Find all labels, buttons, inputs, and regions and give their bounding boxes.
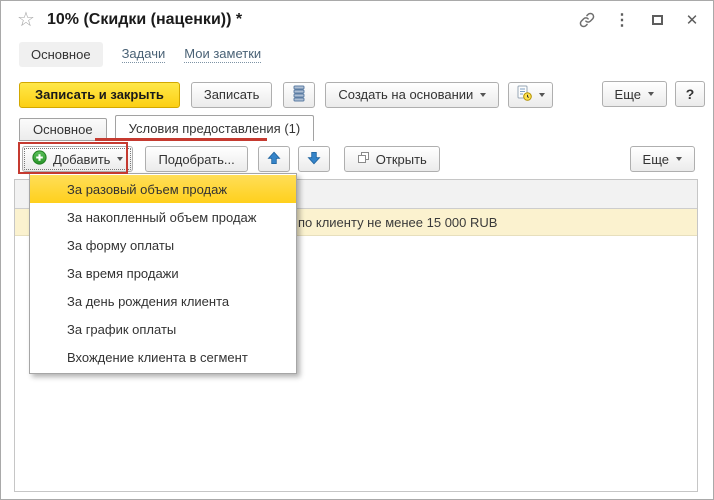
link-icon[interactable] [578,11,596,29]
more-button-top[interactable]: Еще [602,81,667,107]
app-window: ☆ 10% (Скидки (наценки)) * ⋮ ✕ Основное … [0,0,714,500]
chevron-down-icon [648,92,654,96]
kebab-menu-icon[interactable]: ⋮ [613,11,631,29]
menu-item-den-rozhdeniya[interactable]: За день рождения клиента [30,287,296,315]
nav-bar: Основное Задачи Мои заметки [19,42,261,66]
more-label: Еще [615,87,641,102]
chevron-down-icon [676,157,682,161]
create-based-on-label: Создать на основании [338,87,473,102]
list-toolbar: Добавить Подобрать... [22,146,440,172]
save-and-close-button[interactable]: Записать и закрыть [19,82,180,108]
open-button[interactable]: Открыть [344,146,440,172]
menu-item-nakoplennyj-obem[interactable]: За накопленный объем продаж [30,203,296,231]
arrow-up-icon [266,150,282,169]
plus-icon [32,150,53,168]
menu-item-vremya-prodazhi[interactable]: За время продажи [30,259,296,287]
document-clock-icon [516,85,532,104]
menu-item-vhozhdenie-v-segment[interactable]: Вхождение клиента в сегмент [30,343,296,371]
save-button[interactable]: Записать [191,82,273,108]
tab-usloviya-predostavleniya[interactable]: Условия предоставления (1) [115,115,315,141]
menu-item-forma-oplaty[interactable]: За форму оплаты [30,231,296,259]
tab-osnovnoe[interactable]: Основное [19,118,107,141]
nav-item-zadachi[interactable]: Задачи [122,46,166,63]
document-history-button[interactable] [508,82,553,108]
create-based-on-button[interactable]: Создать на основании [325,82,499,108]
main-toolbar: Записать и закрыть Записать Создать на о… [19,81,553,108]
maximize-icon[interactable] [648,11,666,29]
close-icon[interactable]: ✕ [683,11,701,29]
arrow-down-icon [306,150,322,169]
chevron-down-icon [480,93,486,97]
help-button[interactable]: ? [675,81,705,107]
main-toolbar-right: Еще ? [602,81,705,107]
more-button-list[interactable]: Еще [630,146,695,172]
move-up-button[interactable] [258,146,290,172]
menu-item-razovyj-obem[interactable]: За разовый объем продаж [30,175,296,203]
open-label: Открыть [376,152,427,167]
add-dropdown-menu: За разовый объем продаж За накопленный о… [29,173,297,374]
menu-item-grafik-oplaty[interactable]: За график оплаты [30,315,296,343]
titlebar: ☆ 10% (Скидки (наценки)) * ⋮ ✕ [1,5,713,37]
add-label: Добавить [53,152,110,167]
chevron-down-icon [117,157,123,161]
nav-item-osnovnoe[interactable]: Основное [19,42,103,67]
window-controls: ⋮ ✕ [578,11,701,29]
stack-icon [291,85,307,105]
add-button[interactable]: Добавить [22,146,133,172]
window-title: 10% (Скидки (наценки)) * [47,11,242,29]
pick-button[interactable]: Подобрать... [145,146,247,172]
open-window-icon [357,151,376,167]
record-movements-button[interactable] [283,82,315,108]
tab-strip: Основное Условия предоставления (1) [19,115,322,141]
favorite-star-icon[interactable]: ☆ [17,10,35,30]
nav-item-moi-zametki[interactable]: Мои заметки [184,46,261,63]
chevron-down-icon [539,93,545,97]
move-down-button[interactable] [298,146,330,172]
more-label: Еще [643,152,669,167]
